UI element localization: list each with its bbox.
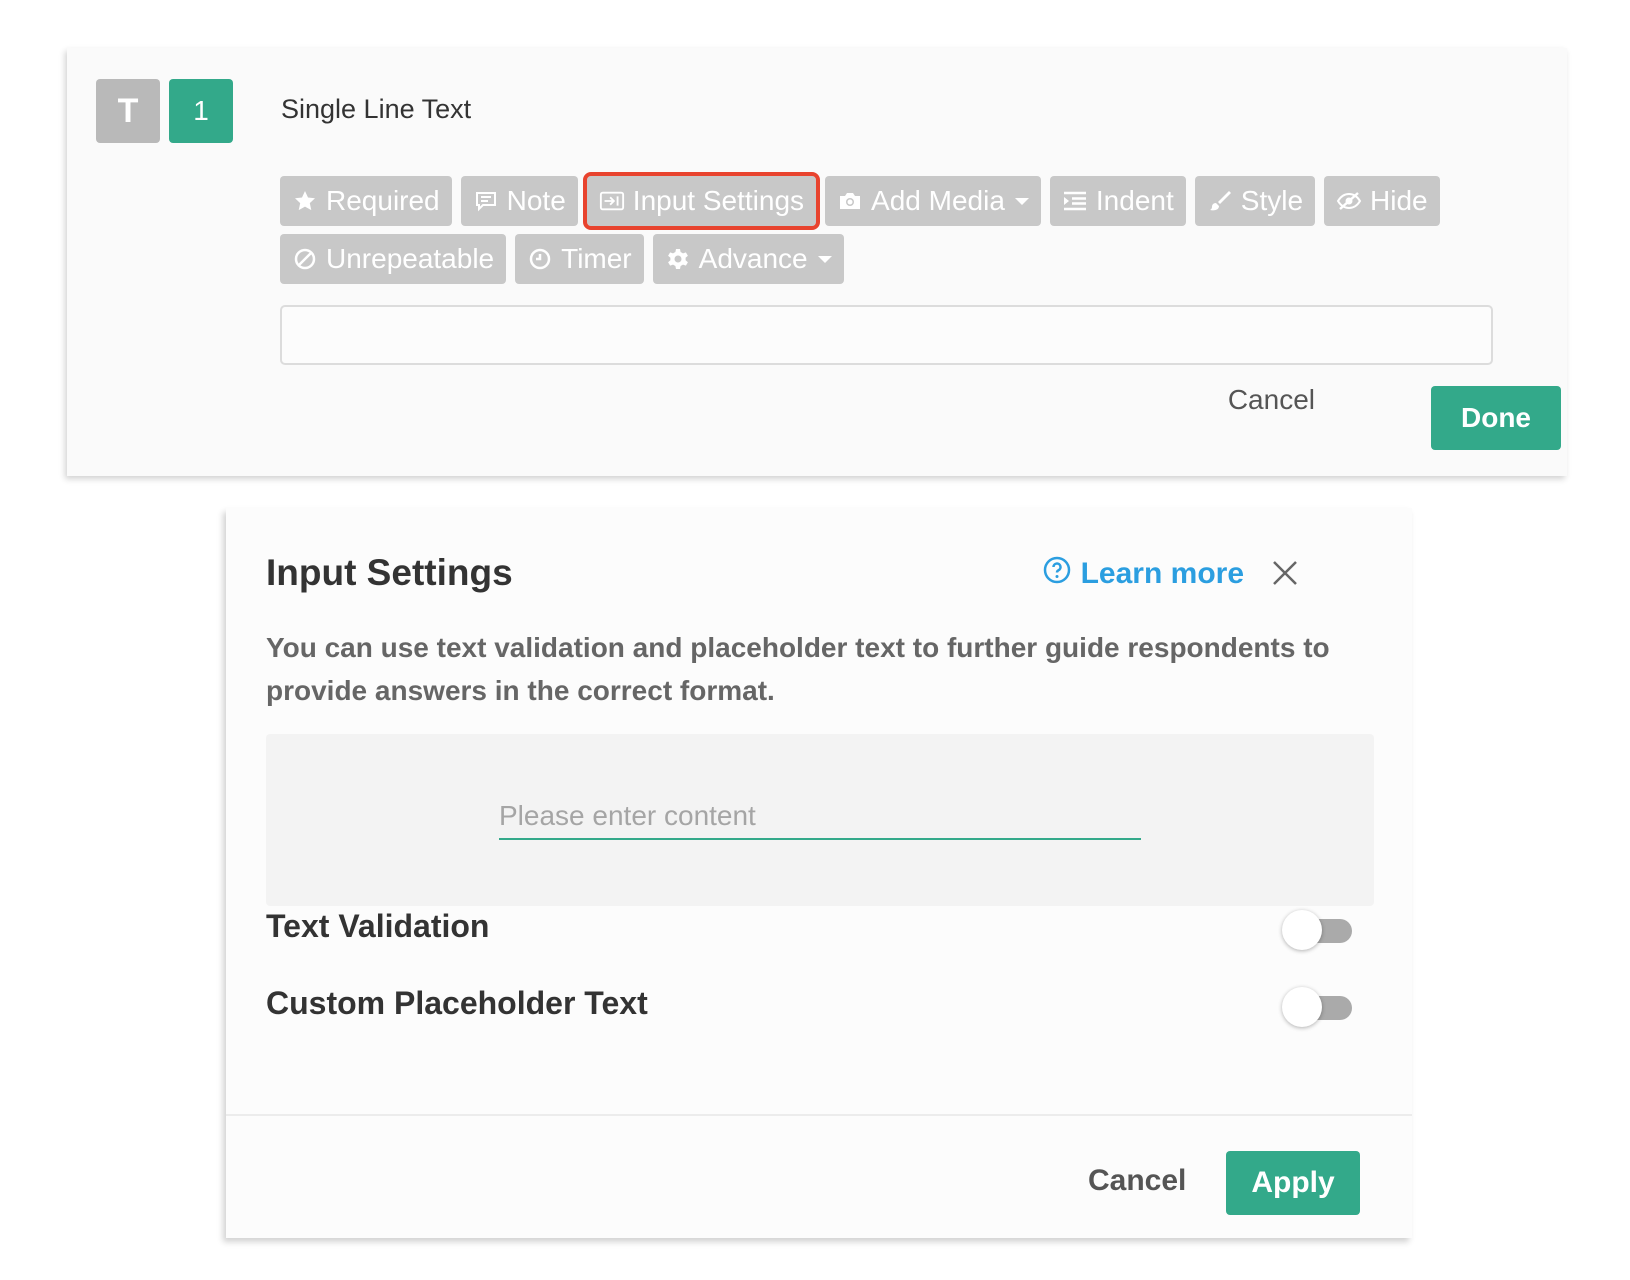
dialog-description: You can use text validation and placehol… bbox=[266, 632, 1330, 706]
help-circle-icon bbox=[1043, 556, 1071, 592]
question-type-badge: T bbox=[96, 79, 160, 143]
style-button[interactable]: Style bbox=[1194, 176, 1316, 226]
indent-icon bbox=[1062, 188, 1088, 214]
editor-cancel-button[interactable]: Cancel bbox=[1228, 384, 1315, 416]
advance-label: Advance bbox=[698, 243, 808, 274]
gear-icon bbox=[665, 246, 691, 272]
text-validation-label: Text Validation bbox=[266, 908, 490, 944]
preview-text-input[interactable] bbox=[499, 794, 1141, 840]
brush-icon bbox=[1207, 188, 1233, 214]
required-button[interactable]: Required bbox=[280, 176, 452, 226]
note-label: Note bbox=[506, 185, 566, 216]
unrepeatable-button[interactable]: Unrepeatable bbox=[280, 234, 507, 284]
question-number-badge: 1 bbox=[169, 79, 233, 143]
note-icon bbox=[473, 188, 499, 214]
toggle-knob bbox=[1282, 987, 1322, 1027]
input-settings-icon bbox=[599, 188, 625, 214]
custom-placeholder-label: Custom Placeholder Text bbox=[266, 985, 648, 1021]
clock-icon bbox=[527, 246, 553, 272]
advance-button[interactable]: Advance bbox=[652, 234, 844, 284]
learn-more-label: Learn more bbox=[1080, 557, 1244, 590]
input-settings-dialog: Input Settings Learn more You can use te… bbox=[226, 508, 1412, 1238]
ban-icon bbox=[292, 246, 318, 272]
timer-button[interactable]: Timer bbox=[515, 234, 644, 284]
unrepeatable-label: Unrepeatable bbox=[326, 243, 495, 274]
custom-placeholder-toggle[interactable] bbox=[1282, 987, 1356, 1027]
custom-placeholder-row: Custom Placeholder Text bbox=[266, 985, 1356, 1031]
text-validation-row: Text Validation bbox=[266, 908, 1356, 954]
chevron-down-icon bbox=[1014, 197, 1029, 205]
placeholder-preview-area bbox=[266, 734, 1374, 906]
indent-label: Indent bbox=[1095, 185, 1174, 216]
apply-button[interactable]: Apply bbox=[1226, 1151, 1360, 1215]
toggle-knob bbox=[1282, 910, 1322, 950]
dialog-footer-divider bbox=[226, 1114, 1412, 1116]
question-toolbar-row-2: Unrepeatable Timer Advance bbox=[280, 234, 844, 284]
close-icon[interactable] bbox=[1270, 558, 1300, 588]
text-validation-toggle[interactable] bbox=[1282, 910, 1356, 950]
eye-slash-icon bbox=[1336, 188, 1362, 214]
dialog-title: Input Settings bbox=[266, 552, 513, 593]
done-button[interactable]: Done bbox=[1431, 386, 1561, 450]
hide-button[interactable]: Hide bbox=[1324, 176, 1440, 226]
chevron-down-icon bbox=[817, 255, 832, 263]
required-label: Required bbox=[326, 185, 440, 216]
question-editor-card: T 1 Single Line Text Required Note Input… bbox=[67, 48, 1567, 476]
input-settings-button[interactable]: Input Settings bbox=[582, 172, 821, 230]
input-settings-label: Input Settings bbox=[632, 185, 805, 216]
style-label: Style bbox=[1240, 185, 1304, 216]
camera-icon bbox=[837, 188, 863, 214]
learn-more-link[interactable]: Learn more bbox=[1043, 556, 1244, 592]
add-media-button[interactable]: Add Media bbox=[825, 176, 1041, 226]
add-media-label: Add Media bbox=[871, 185, 1005, 216]
star-icon bbox=[292, 188, 318, 214]
answer-input-preview[interactable] bbox=[280, 305, 1493, 365]
timer-label: Timer bbox=[561, 243, 632, 274]
hide-label: Hide bbox=[1370, 185, 1428, 216]
question-toolbar-row-1: Required Note Input Settings Add Media I… bbox=[280, 172, 1440, 230]
note-button[interactable]: Note bbox=[460, 176, 578, 226]
dialog-cancel-button[interactable]: Cancel bbox=[1088, 1164, 1186, 1198]
indent-button[interactable]: Indent bbox=[1049, 176, 1186, 226]
question-title[interactable]: Single Line Text bbox=[281, 94, 471, 125]
